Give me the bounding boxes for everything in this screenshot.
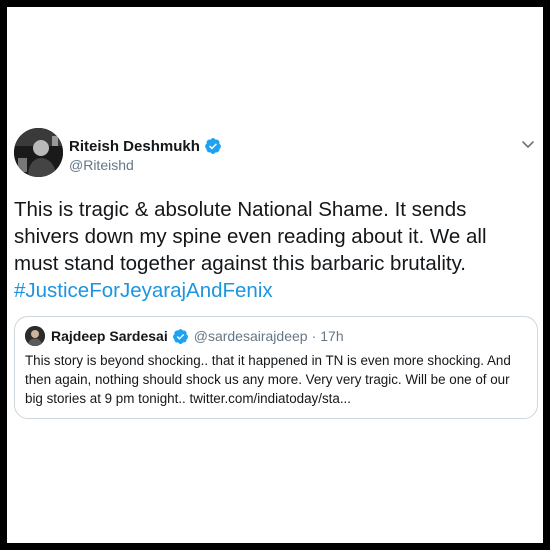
verified-badge-icon — [204, 137, 222, 155]
tweet-card: Riteish Deshmukh @Riteishd This is tragi… — [14, 128, 538, 419]
quoted-tweet-header: Rajdeep Sardesai @sardesairajdeep · 17h — [25, 326, 527, 346]
chevron-down-icon[interactable] — [520, 136, 536, 152]
quoted-author-handle: @sardesairajdeep — [193, 328, 308, 344]
author-name[interactable]: Riteish Deshmukh — [69, 138, 200, 155]
quoted-tweet[interactable]: Rajdeep Sardesai @sardesairajdeep · 17h … — [14, 316, 538, 419]
quoted-avatar — [25, 326, 45, 346]
quoted-timestamp: 17h — [320, 328, 344, 344]
tweet-text-body: This is tragic & absolute National Shame… — [14, 198, 487, 275]
avatar-photo — [14, 128, 63, 177]
quoted-author-name: Rajdeep Sardesai — [51, 328, 168, 344]
avatar[interactable] — [14, 128, 63, 177]
quoted-tweet-text: This story is beyond shocking.. that it … — [25, 353, 511, 406]
separator-dot: · — [311, 328, 317, 344]
author-block: Riteish Deshmukh @Riteishd — [69, 136, 222, 173]
hashtag-link[interactable]: #JusticeForJeyarajAndFenix — [14, 279, 273, 302]
quoted-avatar-photo — [25, 326, 45, 346]
tweet-text: This is tragic & absolute National Shame… — [14, 196, 534, 304]
author-handle[interactable]: @Riteishd — [69, 157, 222, 173]
quoted-verified-badge-icon — [172, 328, 189, 345]
tweet-header: Riteish Deshmukh @Riteishd — [14, 128, 536, 184]
